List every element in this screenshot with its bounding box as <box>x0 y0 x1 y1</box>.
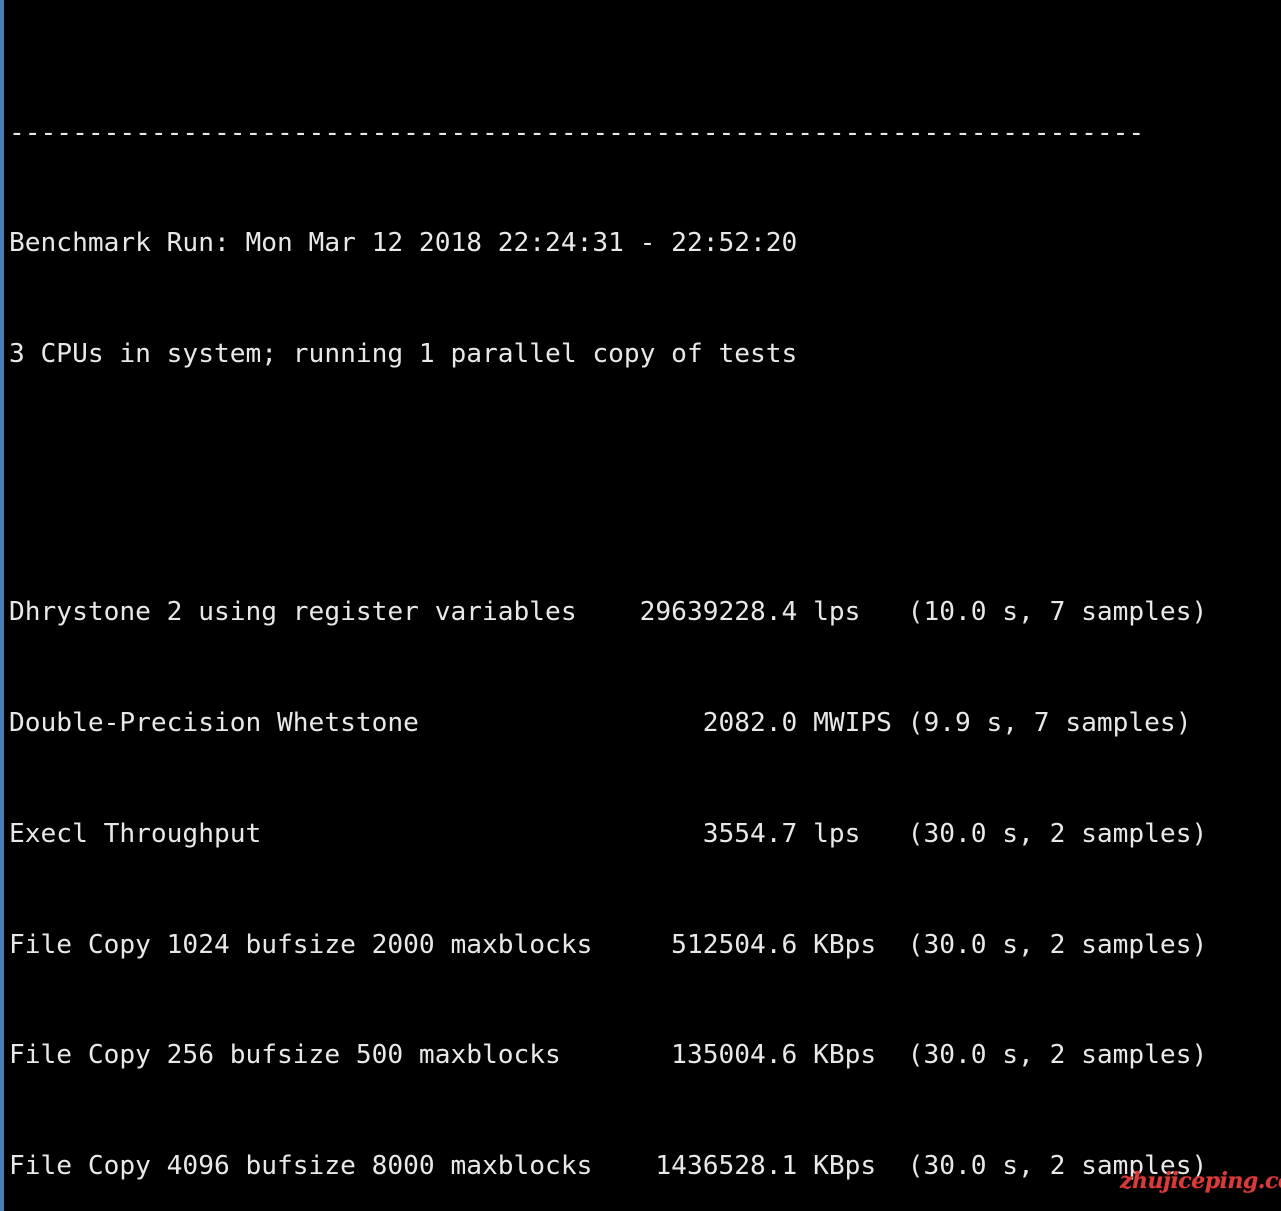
result-row: Dhrystone 2 using register variables 296… <box>9 594 1207 631</box>
result-row: File Copy 1024 bufsize 2000 maxblocks 51… <box>9 927 1207 964</box>
benchmark-run-line: Benchmark Run: Mon Mar 12 2018 22:24:31 … <box>9 225 1207 262</box>
cpu-info-line: 3 CPUs in system; running 1 parallel cop… <box>9 336 1207 373</box>
result-row: File Copy 256 bufsize 500 maxblocks 1350… <box>9 1037 1207 1074</box>
top-separator-line: ----------------------------------------… <box>9 115 1207 152</box>
result-row: File Copy 4096 bufsize 8000 maxblocks 14… <box>9 1148 1207 1185</box>
terminal-window: ----------------------------------------… <box>0 0 1281 1211</box>
site-watermark: zhujiceping.com <box>1120 1163 1281 1200</box>
result-row: Double-Precision Whetstone 2082.0 MWIPS … <box>9 705 1207 742</box>
blank-line-1 <box>9 447 1207 484</box>
terminal-screen: ----------------------------------------… <box>9 4 1207 1211</box>
result-row: Execl Throughput 3554.7 lps (30.0 s, 2 s… <box>9 816 1207 853</box>
